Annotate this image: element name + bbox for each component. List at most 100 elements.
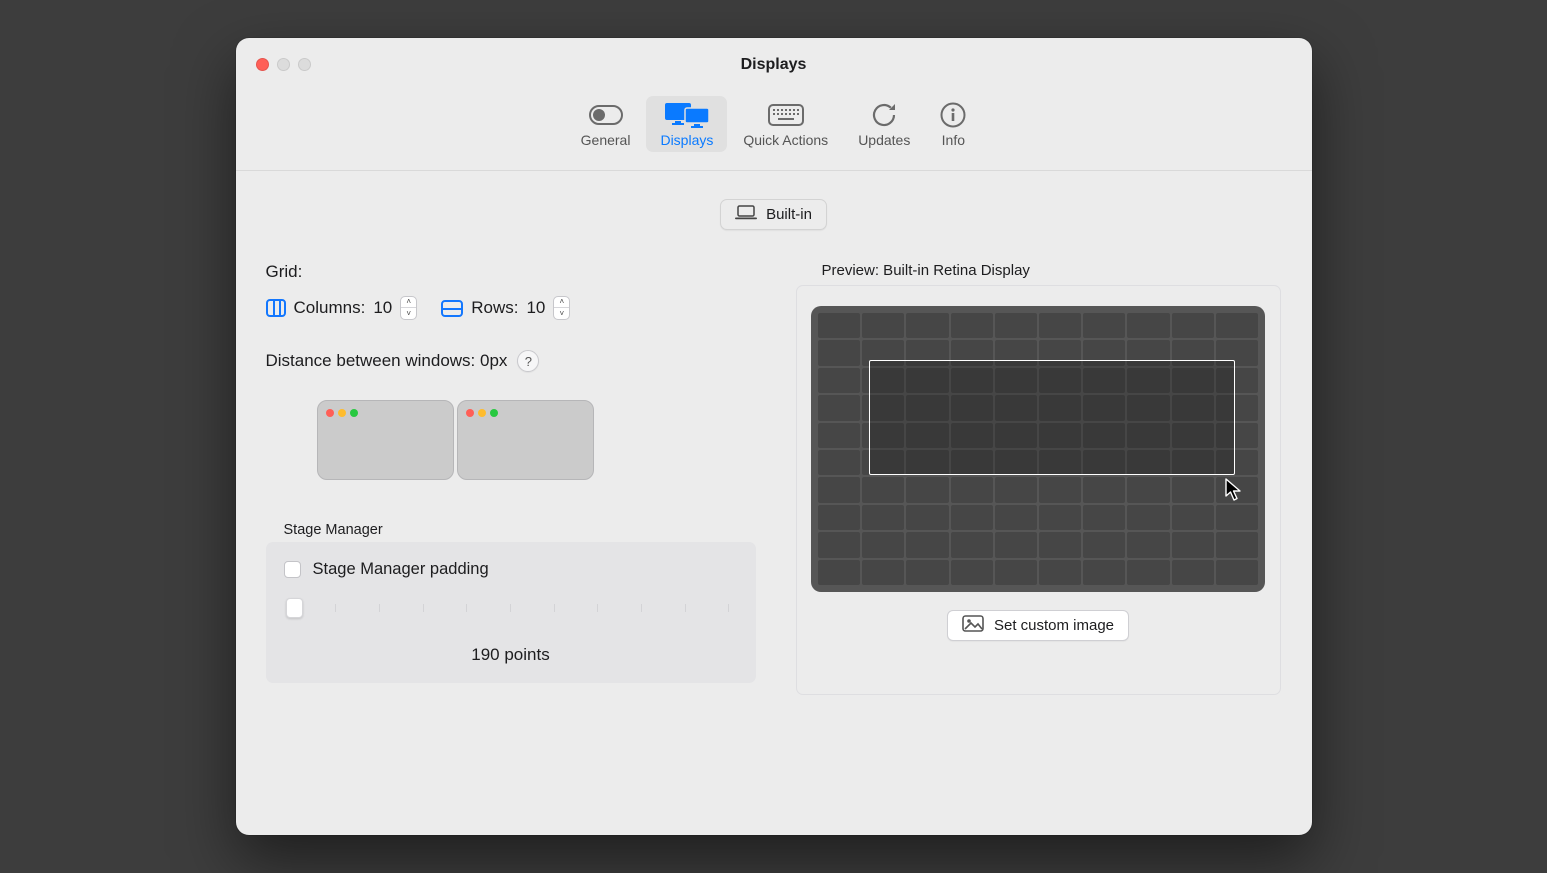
preview-screen[interactable] bbox=[811, 306, 1265, 592]
tab-updates[interactable]: Updates bbox=[844, 96, 924, 152]
help-button[interactable]: ? bbox=[517, 350, 539, 372]
tab-info[interactable]: Info bbox=[926, 96, 980, 152]
display-selector-label: Built-in bbox=[766, 206, 812, 223]
toolbar: General Displays Quick Actions bbox=[236, 91, 1312, 171]
set-custom-image-button[interactable]: Set custom image bbox=[947, 610, 1129, 641]
grid-cell bbox=[951, 313, 993, 338]
grid-cell bbox=[995, 532, 1037, 557]
grid-cell bbox=[862, 477, 904, 502]
grid-cell bbox=[1172, 313, 1214, 338]
picture-icon bbox=[962, 615, 984, 636]
preferences-window: Displays General Displays bbox=[236, 38, 1312, 835]
green-dot-icon bbox=[350, 409, 358, 417]
tab-quick-actions[interactable]: Quick Actions bbox=[729, 96, 842, 152]
grid-cell bbox=[906, 532, 948, 557]
columns-value: 10 bbox=[373, 298, 392, 318]
grid-cell bbox=[818, 423, 860, 448]
chevron-up-icon[interactable]: ˄ bbox=[401, 297, 416, 308]
grid-cell bbox=[818, 395, 860, 420]
grid-cell bbox=[1172, 505, 1214, 530]
yellow-dot-icon bbox=[478, 409, 486, 417]
grid-cell bbox=[1172, 477, 1214, 502]
grid-cell bbox=[995, 505, 1037, 530]
grid-cell bbox=[1216, 560, 1258, 585]
tab-label: Displays bbox=[660, 132, 713, 148]
grid-cell bbox=[1127, 532, 1169, 557]
tab-label: General bbox=[581, 132, 631, 148]
zoom-window-button[interactable] bbox=[298, 58, 311, 71]
grid-cell bbox=[906, 477, 948, 502]
grid-cell bbox=[995, 560, 1037, 585]
grid-cell bbox=[1039, 477, 1081, 502]
grid-cell bbox=[995, 477, 1037, 502]
rows-icon bbox=[441, 300, 463, 317]
preview-selection[interactable] bbox=[869, 360, 1235, 475]
grid-cell bbox=[906, 313, 948, 338]
grid-cell bbox=[1127, 560, 1169, 585]
grid-cell bbox=[818, 450, 860, 475]
grid-cell bbox=[862, 505, 904, 530]
grid-cell bbox=[1083, 532, 1125, 557]
grid-cell bbox=[951, 505, 993, 530]
columns-label: Columns: bbox=[294, 298, 366, 318]
rows-stepper[interactable]: ˄ ˅ bbox=[553, 296, 570, 320]
grid-cell bbox=[951, 477, 993, 502]
grid-cell bbox=[906, 505, 948, 530]
grid-cell bbox=[995, 313, 1037, 338]
rows-label: Rows: bbox=[471, 298, 518, 318]
stage-manager-padding-label: Stage Manager padding bbox=[313, 560, 489, 579]
grid-cell bbox=[818, 313, 860, 338]
grid-cell bbox=[818, 368, 860, 393]
grid-cell bbox=[1039, 560, 1081, 585]
tab-displays[interactable]: Displays bbox=[646, 96, 727, 152]
distance-label: Distance between windows: 0px bbox=[266, 351, 508, 371]
keyboard-icon bbox=[768, 102, 804, 128]
grid-cell bbox=[906, 560, 948, 585]
columns-stepper[interactable]: ˄ ˅ bbox=[400, 296, 417, 320]
chevron-up-icon[interactable]: ˄ bbox=[554, 297, 569, 308]
grid-cell bbox=[862, 560, 904, 585]
grid-cell bbox=[951, 560, 993, 585]
grid-cell bbox=[1216, 313, 1258, 338]
grid-cell bbox=[1127, 505, 1169, 530]
red-dot-icon bbox=[326, 409, 334, 417]
tab-label: Quick Actions bbox=[743, 132, 828, 148]
stage-manager-group: Stage Manager padding 190 points bbox=[266, 542, 756, 683]
grid-cell bbox=[862, 313, 904, 338]
stage-manager-slider[interactable] bbox=[284, 605, 738, 611]
tab-general[interactable]: General bbox=[567, 96, 645, 152]
grid-cell bbox=[818, 340, 860, 365]
chevron-down-icon[interactable]: ˅ bbox=[554, 308, 569, 319]
grid-cell bbox=[1083, 560, 1125, 585]
set-custom-image-label: Set custom image bbox=[994, 617, 1114, 634]
toggle-icon bbox=[589, 102, 623, 128]
mini-window bbox=[457, 400, 594, 480]
grid-cell bbox=[1083, 505, 1125, 530]
grid-cell bbox=[1039, 532, 1081, 557]
preview-panel: Set custom image bbox=[796, 285, 1281, 695]
stage-manager-padding-checkbox[interactable] bbox=[284, 561, 301, 578]
grid-cell bbox=[862, 532, 904, 557]
grid-cell bbox=[1172, 560, 1214, 585]
tab-label: Info bbox=[942, 132, 965, 148]
grid-cell bbox=[1216, 505, 1258, 530]
grid-cell bbox=[818, 532, 860, 557]
chevron-down-icon[interactable]: ˅ bbox=[401, 308, 416, 319]
content-area: Built-in Grid: Columns: 10 ˄ ˅ bbox=[236, 171, 1312, 835]
grid-cell bbox=[951, 532, 993, 557]
grid-cell bbox=[1172, 532, 1214, 557]
preview-label: Preview: Built-in Retina Display bbox=[822, 262, 1282, 279]
grid-cell bbox=[818, 505, 860, 530]
slider-thumb[interactable] bbox=[286, 598, 303, 618]
red-dot-icon bbox=[466, 409, 474, 417]
titlebar: Displays bbox=[236, 38, 1312, 91]
grid-cell bbox=[818, 560, 860, 585]
stage-manager-value: 190 points bbox=[284, 645, 738, 665]
slider-ticks bbox=[292, 604, 730, 612]
question-mark-icon: ? bbox=[525, 354, 532, 369]
distance-preview bbox=[266, 400, 646, 480]
display-selector[interactable]: Built-in bbox=[720, 199, 827, 230]
minimize-window-button[interactable] bbox=[277, 58, 290, 71]
close-window-button[interactable] bbox=[256, 58, 269, 71]
columns-icon bbox=[266, 299, 286, 317]
